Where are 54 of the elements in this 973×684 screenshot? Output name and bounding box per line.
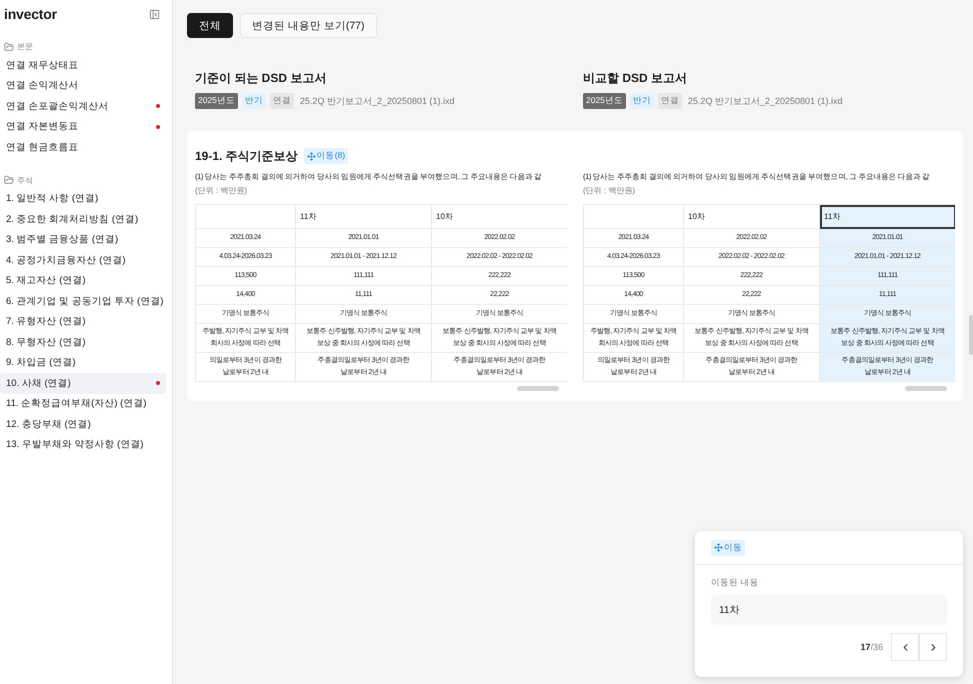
- sidebar-item[interactable]: 10. 사채 (연결): [0, 373, 166, 394]
- report-tag: 반기: [242, 93, 266, 109]
- scrollbar-thumb[interactable]: [969, 315, 973, 355]
- report-tag: 반기: [630, 93, 654, 109]
- file-name: 25.2Q 반기보고서_2_20250801 (1).ixd: [688, 94, 843, 108]
- report-tag: 2025년도: [195, 93, 238, 109]
- folder-icon: [4, 42, 14, 52]
- filter-tab[interactable]: 전체: [187, 13, 233, 38]
- unit-label: (단위 : 백만원): [195, 185, 248, 196]
- column-header: 10차: [432, 204, 567, 228]
- file-name: 25.2Q 반기보고서_2_20250801 (1).ixd: [300, 94, 455, 108]
- column-header: 11차: [296, 204, 432, 228]
- sidebar-item[interactable]: 9. 차입금 (연결): [0, 352, 166, 373]
- report-tag: 2025년도: [583, 93, 626, 109]
- app-logo: invector: [4, 6, 57, 22]
- sidebar-item[interactable]: 4. 공정가치금융자산 (연결): [0, 250, 166, 270]
- section-heading: 주석: [17, 174, 33, 186]
- report-heading: 기준이 되는 DSD 보고서: [195, 70, 328, 87]
- report-tag: 연결: [270, 93, 294, 109]
- sidebar-item[interactable]: 2. 중요한 회계처리방침 (연결): [0, 209, 166, 230]
- page-counter: 17/36: [860, 642, 883, 652]
- previous-button[interactable]: [891, 633, 919, 661]
- scrollbar-thumb[interactable]: [517, 386, 559, 391]
- sidebar-item[interactable]: 6. 관계기업 및 공동기업 투자 (연결): [0, 291, 166, 312]
- sidebar-item[interactable]: 연결 현금흐름표: [0, 137, 166, 158]
- next-button[interactable]: [919, 633, 947, 661]
- sidebar-item[interactable]: 5. 재고자산 (연결): [0, 270, 166, 291]
- report-tag: 연결: [658, 93, 682, 109]
- sidebar-item[interactable]: 연결 재무상태표: [0, 55, 166, 76]
- sidebar-item[interactable]: 3. 범주별 금융상품 (연결): [0, 230, 166, 250]
- sidebar-item[interactable]: 1. 일반적 사항 (연결): [0, 188, 166, 209]
- sidebar-item[interactable]: 11. 순확정급여부채(자산) (연결): [0, 394, 166, 414]
- sidebar-item[interactable]: 연결 손익계산서: [0, 76, 166, 96]
- collapse-sidebar-icon[interactable]: [149, 8, 160, 20]
- folder-icon: [4, 175, 14, 185]
- report-heading: 비교할 DSD 보고서: [583, 70, 688, 87]
- section-heading: 본문: [17, 41, 33, 52]
- moved-content-field: 11차: [711, 595, 947, 625]
- unit-label: (단위 : 백만원): [583, 185, 636, 196]
- column-header: 11차: [820, 204, 955, 228]
- sidebar-item[interactable]: 12. 충당부채 (연결): [0, 414, 166, 434]
- move-icon: [714, 543, 723, 552]
- field-label: 이동된 내용: [711, 577, 760, 589]
- filter-tab[interactable]: 변경된 내용만 보기(77): [240, 13, 377, 38]
- sidebar-item[interactable]: 연결 손포괄손익계산서: [0, 96, 166, 116]
- move-icon: [306, 152, 316, 160]
- sidebar-item[interactable]: 13. 우발부채와 약정사항 (연결): [0, 434, 166, 455]
- sidebar-item[interactable]: 7. 유형자산 (연결): [0, 312, 166, 332]
- sidebar-item[interactable]: 8. 무형자산 (연결): [0, 332, 166, 352]
- move-badge: 이동: [711, 540, 745, 556]
- sidebar-item[interactable]: 연결 자본변동표: [0, 116, 166, 137]
- column-header: 10차: [684, 204, 820, 228]
- section-title: 19-1. 주식기준보상: [195, 148, 298, 164]
- scrollbar-thumb[interactable]: [905, 386, 947, 391]
